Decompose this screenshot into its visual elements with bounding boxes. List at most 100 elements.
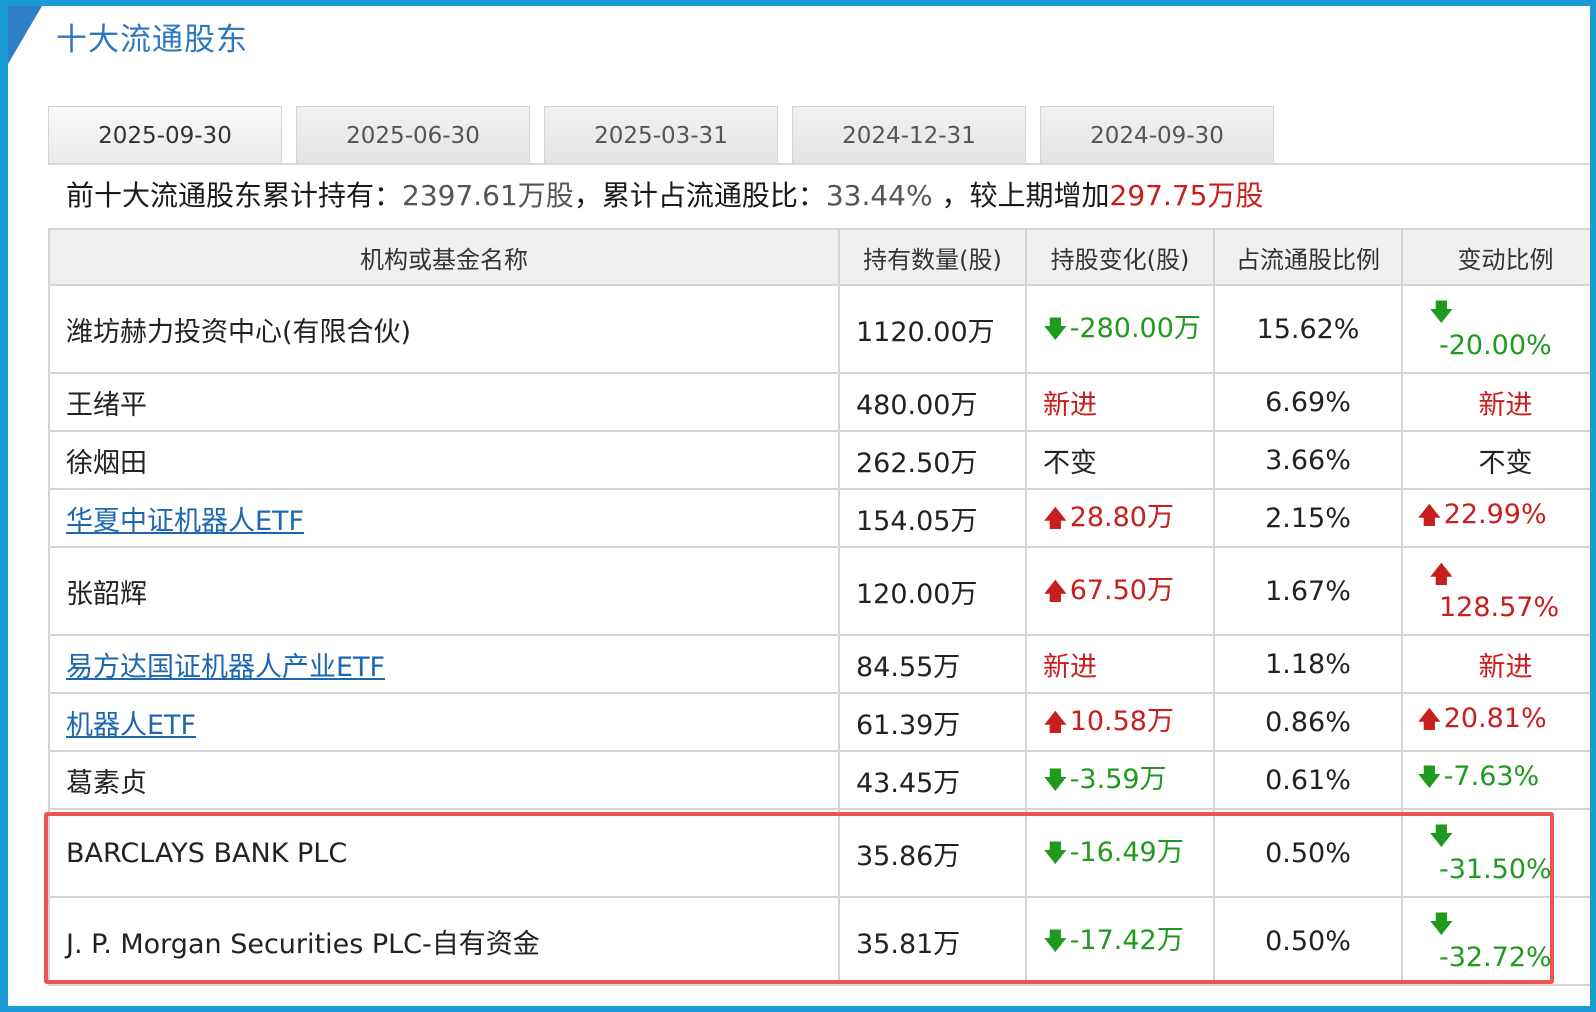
table-row: 张韶辉 120.00万 🡅67.50万 1.67% 🡅 128.57%: [48, 546, 1590, 636]
holder-name: 潍坊赫力投资中心(有限合伙): [48, 284, 840, 374]
hold-change: 🡇-17.42万: [1025, 896, 1215, 986]
holder-name-link[interactable]: 机器人ETF: [48, 692, 840, 752]
change-percent-value: 新进: [1478, 389, 1533, 421]
table-row: BARCLAYS BANK PLC 35.86万 🡇-16.49万 0.50% 🡇 -31…: [48, 808, 1590, 898]
header-name: 机构或基金名称: [48, 228, 840, 286]
hold-change: 🡅10.58万: [1025, 692, 1215, 752]
hold-change: 🡅67.50万: [1025, 546, 1215, 636]
tab-2025-03-31[interactable]: 2025-03-31: [544, 106, 778, 164]
shareholders-table: 机构或基金名称 持有数量(股) 持股变化(股) 占流通股比例 变动比例 潍坊赫力…: [48, 228, 1590, 986]
hold-change-value: 28.80万: [1069, 501, 1174, 533]
hold-amount: 84.55万: [838, 634, 1027, 694]
shareholders-panel: 十大流通股东 2025-09-30 2025-06-30 2025-03-31 …: [8, 6, 1590, 1006]
hold-change-value: 67.50万: [1069, 574, 1174, 606]
tab-divider: [48, 163, 1590, 165]
hold-amount: 43.45万: [838, 750, 1027, 810]
hold-change: 新进: [1025, 634, 1215, 694]
float-ratio: 0.50%: [1213, 808, 1403, 898]
hold-change: 🡇-3.59万: [1025, 750, 1215, 810]
hold-change-value: -16.49万: [1069, 836, 1184, 868]
arrow-down-icon: 🡇: [1043, 838, 1068, 867]
hold-change-value: 新进: [1043, 651, 1097, 683]
hold-change: 🡅28.80万: [1025, 488, 1215, 548]
tab-2024-09-30[interactable]: 2024-09-30: [1040, 106, 1274, 164]
arrow-up-icon: 🡅: [1417, 704, 1442, 733]
holder-name-link[interactable]: 易方达国证机器人产业ETF: [48, 634, 840, 694]
hold-amount: 154.05万: [838, 488, 1027, 548]
change-percent-value: -32.72%: [1439, 942, 1552, 973]
holder-name-link[interactable]: 华夏中证机器人ETF: [48, 488, 840, 548]
arrow-down-icon: 🡇: [1417, 762, 1442, 791]
change-percent: 不变: [1401, 430, 1590, 490]
holder-name: J. P. Morgan Securities PLC-自有资金: [48, 896, 840, 986]
table-row: 机器人ETF 61.39万 🡅10.58万 0.86% 🡅20.81%: [48, 692, 1590, 752]
tab-2025-09-30[interactable]: 2025-09-30: [48, 106, 282, 164]
hold-amount: 480.00万: [838, 372, 1027, 432]
arrow-down-icon: 🡇: [1429, 298, 1454, 326]
arrow-up-icon: 🡅: [1417, 500, 1442, 529]
change-percent-value: -7.63%: [1443, 760, 1540, 792]
tab-2025-06-30[interactable]: 2025-06-30: [296, 106, 530, 164]
table-row: 华夏中证机器人ETF 154.05万 🡅28.80万 2.15% 🡅22.99%: [48, 488, 1590, 548]
hold-amount: 35.86万: [838, 808, 1027, 898]
change-percent-value: -20.00%: [1439, 330, 1552, 361]
change-percent-value: -31.50%: [1439, 854, 1552, 885]
float-ratio: 3.66%: [1213, 430, 1403, 490]
header-pct: 变动比例: [1401, 228, 1590, 286]
summary-sep2: ，较上期增加: [932, 179, 1110, 212]
header-ratio: 占流通股比例: [1213, 228, 1403, 286]
summary-ratio: 33.44%: [825, 179, 933, 212]
summary-sep1: ，累计占流通股比：: [573, 179, 826, 212]
hold-amount: 1120.00万: [838, 284, 1027, 374]
table-row: 王绪平 480.00万 新进 6.69% 新进: [48, 372, 1590, 432]
summary-total-shares: 2397.61万股: [402, 179, 574, 212]
hold-change-value: -280.00万: [1069, 312, 1201, 344]
change-percent: 🡇 -31.50%: [1401, 808, 1590, 898]
arrow-down-icon: 🡇: [1043, 765, 1068, 794]
summary-increase: 297.75万股: [1109, 179, 1264, 212]
change-percent-value: 新进: [1478, 651, 1533, 683]
header-change: 持股变化(股): [1025, 228, 1215, 286]
hold-change-value: 10.58万: [1069, 705, 1174, 737]
table-row: J. P. Morgan Securities PLC-自有资金 35.81万 🡇-…: [48, 896, 1590, 986]
summary-prefix: 前十大流通股东累计持有：: [66, 179, 403, 212]
table-row: 徐烟田 262.50万 不变 3.66% 不变: [48, 430, 1590, 490]
holder-name: 徐烟田: [48, 430, 840, 490]
change-percent: 🡇-7.63%: [1401, 750, 1590, 810]
change-percent: 新进: [1401, 634, 1590, 694]
change-percent: 🡇 -32.72%: [1401, 896, 1590, 986]
table-row: 潍坊赫力投资中心(有限合伙) 1120.00万 🡇-280.00万 15.62% 🡇 -2…: [48, 284, 1590, 374]
hold-amount: 262.50万: [838, 430, 1027, 490]
header-hold: 持有数量(股): [838, 228, 1027, 286]
tab-2024-12-31[interactable]: 2024-12-31: [792, 106, 1026, 164]
change-percent-value: 128.57%: [1439, 592, 1560, 623]
arrow-up-icon: 🡅: [1043, 707, 1068, 736]
hold-amount: 35.81万: [838, 896, 1027, 986]
hold-change-value: -17.42万: [1069, 924, 1184, 956]
hold-change-value: -3.59万: [1069, 763, 1167, 795]
arrow-up-icon: 🡅: [1043, 503, 1068, 532]
section-title: 十大流通股东: [56, 22, 248, 58]
arrow-down-icon: 🡇: [1043, 926, 1068, 955]
summary-line: 前十大流通股东累计持有：2397.61万股，累计占流通股比：33.44% ，较上…: [66, 174, 1263, 214]
hold-change: 不变: [1025, 430, 1215, 490]
change-percent: 新进: [1401, 372, 1590, 432]
arrow-up-icon: 🡅: [1043, 576, 1068, 605]
report-date-tabs: 2025-09-30 2025-06-30 2025-03-31 2024-12…: [48, 106, 1590, 164]
change-percent: 🡅 128.57%: [1401, 546, 1590, 636]
hold-change-value: 不变: [1043, 447, 1097, 479]
holder-name: 葛素贞: [48, 750, 840, 810]
table-body: 潍坊赫力投资中心(有限合伙) 1120.00万 🡇-280.00万 15.62% 🡇 -2…: [48, 284, 1590, 986]
table-row: 易方达国证机器人产业ETF 84.55万 新进 1.18% 新进: [48, 634, 1590, 694]
hold-change: 新进: [1025, 372, 1215, 432]
arrow-up-icon: 🡅: [1429, 560, 1454, 588]
arrow-down-icon: 🡇: [1429, 910, 1454, 938]
float-ratio: 1.67%: [1213, 546, 1403, 636]
arrow-down-icon: 🡇: [1043, 314, 1068, 343]
float-ratio: 0.50%: [1213, 896, 1403, 986]
float-ratio: 2.15%: [1213, 488, 1403, 548]
change-percent: 🡅20.81%: [1401, 692, 1590, 752]
float-ratio: 15.62%: [1213, 284, 1403, 374]
hold-amount: 120.00万: [838, 546, 1027, 636]
holder-name: 张韶辉: [48, 546, 840, 636]
